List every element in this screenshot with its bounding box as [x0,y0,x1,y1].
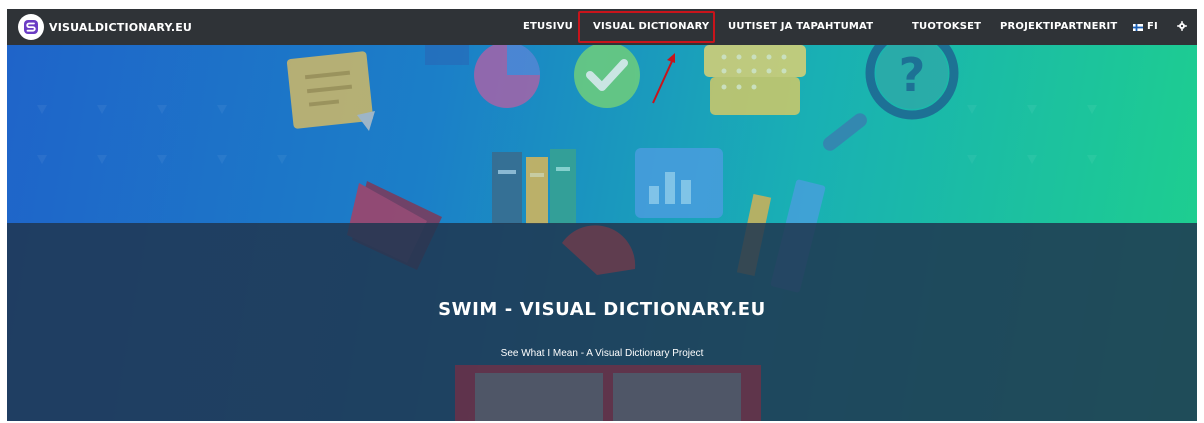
calendar-icon [704,45,806,115]
magnifier-question-icon: ? [823,45,959,151]
annotation-arrow [652,53,675,104]
hero-title: SWIM - VISUAL DICTIONARY.EU [438,299,766,320]
highlight-box [578,11,715,43]
nav-item-uutiset-ja-tapahtumat[interactable]: UUTISET JA TAPAHTUMAT [728,9,873,45]
language-label: FI [1147,21,1158,32]
gear-icon [1177,21,1187,31]
bar-chart-icon [635,148,723,218]
browser-viewport: VISUALDICTIONARY.EU ETUSIVU VISUAL DICTI… [7,9,1197,421]
language-selector[interactable]: FI [1133,9,1158,45]
settings-button[interactable] [1177,9,1187,45]
books-icon [492,149,576,224]
nav-item-etusivu[interactable]: ETUSIVU [523,9,573,45]
sticky-note-icon [286,51,375,131]
top-navbar: VISUALDICTIONARY.EU ETUSIVU VISUAL DICTI… [7,9,1197,45]
flag-icon [1133,23,1143,31]
open-book-icon [455,225,761,421]
main-menu: ETUSIVU VISUAL DICTIONARY UUTISET JA TAP… [7,9,1197,45]
nav-item-projektipartnerit[interactable]: PROJEKTIPARTNERIT [1000,9,1117,45]
hero-subtitle: See What I Mean - A Visual Dictionary Pr… [500,348,704,359]
hero-overlay [7,223,1197,421]
nav-item-tuotokset[interactable]: TUOTOKSET [912,9,981,45]
svg-text:?: ? [899,48,926,102]
check-circle-icon [574,45,640,108]
hero-banner: ? SWIM - VISUAL DICTIONARY.EU See What I… [7,45,1197,421]
pie-chart-icon [474,45,540,108]
